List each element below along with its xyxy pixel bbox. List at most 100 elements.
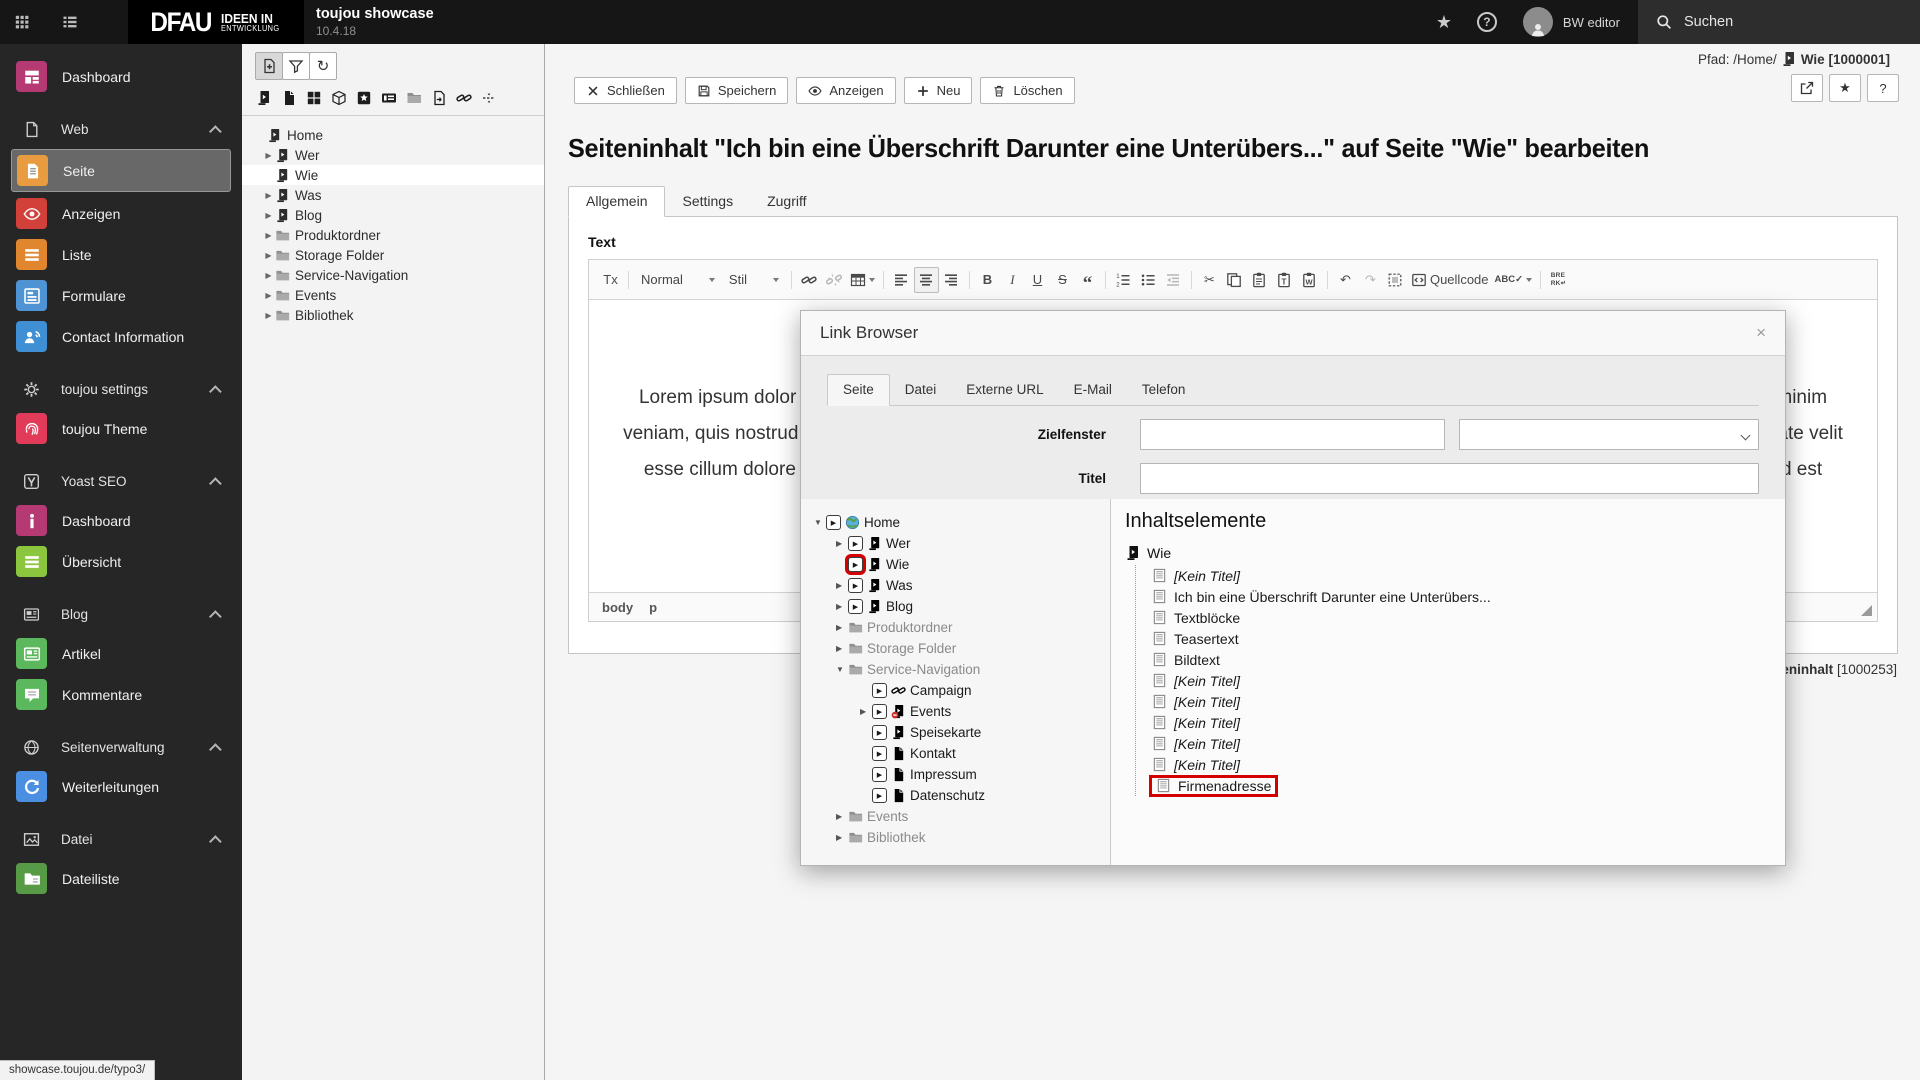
caret-right-icon[interactable]: ▶ [836, 539, 848, 548]
schlie-en-button[interactable]: Schließen [574, 77, 677, 104]
align-right-button[interactable] [939, 267, 964, 293]
sidebar-item-dashboard[interactable]: Dashboard [0, 56, 242, 97]
sidebar-item-contact-information[interactable]: Contact Information [0, 316, 242, 357]
italic-button[interactable]: I [1000, 267, 1025, 293]
folder-icon[interactable] [406, 90, 422, 106]
open-frontend-button[interactable] [1791, 74, 1823, 102]
content-element--kein-titel-[interactable]: [Kein Titel] [1149, 691, 1785, 712]
caret-right-icon[interactable]: ▶ [262, 271, 275, 280]
modal-tree-node-wie[interactable]: ▶ Wie [814, 554, 1110, 575]
module-section-yoast-seo[interactable]: Yoast SEO [0, 462, 242, 500]
content-element--kein-titel-[interactable]: [Kein Titel] [1149, 565, 1785, 586]
pagetree-node-storage-folder[interactable]: ▶ Storage Folder [242, 245, 544, 265]
content-element-teasertext[interactable]: Teasertext [1149, 628, 1785, 649]
target-input[interactable] [1140, 419, 1446, 450]
content-element-textblöcke[interactable]: Textblöcke [1149, 607, 1785, 628]
insert-table-button[interactable] [847, 267, 878, 293]
löschen-button[interactable]: Löschen [980, 77, 1075, 104]
modal-tree-node-campaign[interactable]: ▶ Campaign [814, 680, 1110, 701]
sidebar-item-anzeigen[interactable]: Anzeigen [0, 193, 242, 234]
modal-tree-node-produktordner[interactable]: ▶ Produktordner [814, 617, 1110, 638]
strikethrough-button[interactable]: S [1050, 267, 1075, 293]
expand-content-button[interactable]: ▶ [872, 767, 887, 782]
username[interactable]: BW editor [1563, 15, 1620, 30]
neu-button[interactable]: Neu [903, 77, 973, 104]
pagetree-toggle-button[interactable] [48, 0, 92, 44]
cut-button[interactable]: ✂ [1197, 267, 1222, 293]
sidebar-item-dashboard[interactable]: Dashboard [0, 500, 242, 541]
caret-right-icon[interactable]: ▶ [262, 211, 275, 220]
select-all-button[interactable] [1383, 267, 1408, 293]
paste-button[interactable] [1247, 267, 1272, 293]
caret-right-icon[interactable]: ▶ [262, 151, 275, 160]
tab-zugriff[interactable]: Zugriff [750, 187, 823, 216]
sidebar-item-liste[interactable]: Liste [0, 234, 242, 275]
modal-tree-node-service-navigation[interactable]: ▼ Service-Navigation [814, 659, 1110, 680]
new-page-button[interactable] [255, 52, 283, 80]
modal-tree-node-events[interactable]: ▶ Events [814, 806, 1110, 827]
bold-button[interactable]: B [975, 267, 1000, 293]
pagetree-node-blog[interactable]: ▶ Blog [242, 205, 544, 225]
shortcut-doc-icon[interactable] [431, 90, 447, 106]
content-element--kein-titel-[interactable]: [Kein Titel] [1149, 754, 1785, 775]
pagetree-node-bibliothek[interactable]: ▶ Bibliothek [242, 305, 544, 325]
target-select[interactable] [1459, 419, 1759, 450]
doc-black-icon[interactable] [281, 90, 297, 106]
help-button[interactable]: ? [1476, 12, 1497, 32]
modal-tree-node-events[interactable]: ▶ ▶ Events [814, 701, 1110, 722]
caret-right-icon[interactable]: ▶ [836, 581, 848, 590]
expand-content-button-highlighted[interactable]: ▶ [848, 557, 863, 572]
sidebar-item-dateiliste[interactable]: Dateiliste [0, 858, 242, 899]
grid4-icon[interactable] [306, 90, 322, 106]
blockquote-button[interactable]: “ [1075, 267, 1100, 293]
refresh-tree-button[interactable]: ↻ [309, 52, 337, 80]
caret-right-icon[interactable]: ▶ [836, 623, 848, 632]
caret-right-icon[interactable]: ▶ [836, 833, 848, 842]
caret-right-icon[interactable]: ▶ [262, 231, 275, 240]
expand-content-button[interactable]: ▶ [872, 683, 887, 698]
link-tab-e-mail[interactable]: E-Mail [1059, 375, 1127, 405]
modal-tree-node-speisekarte[interactable]: ▶ Speisekarte [814, 722, 1110, 743]
pagetree-node-events[interactable]: ▶ Events [242, 285, 544, 305]
paragraph-format-select[interactable]: Normal [634, 267, 722, 293]
content-element--kein-titel-[interactable]: [Kein Titel] [1149, 670, 1785, 691]
bookmarks-button[interactable]: ★ [1423, 12, 1465, 33]
modal-tree-node-blog[interactable]: ▶ ▶ Blog [814, 596, 1110, 617]
link-icon[interactable] [456, 90, 472, 106]
remove-format-button[interactable]: Tx [598, 267, 623, 293]
sidebar-item-formulare[interactable]: Formulare [0, 275, 242, 316]
sidebar-item-toujou-theme[interactable]: toujou Theme [0, 408, 242, 449]
expand-content-button[interactable]: ▶ [872, 788, 887, 803]
module-section-blog[interactable]: Blog [0, 595, 242, 633]
align-left-button[interactable] [889, 267, 914, 293]
anzeigen-button[interactable]: Anzeigen [796, 77, 896, 104]
caret-right-icon[interactable]: ▶ [836, 644, 848, 653]
caret-right-icon[interactable]: ▶ [860, 707, 872, 716]
insert-link-button[interactable] [797, 267, 822, 293]
global-search[interactable]: Suchen [1638, 0, 1920, 44]
page-ref[interactable]: Wie [1000001] [1801, 52, 1890, 67]
tab-settings[interactable]: Settings [665, 187, 750, 216]
modal-tree-node-storage-folder[interactable]: ▶ Storage Folder [814, 638, 1110, 659]
close-icon[interactable]: × [1756, 323, 1766, 343]
csh-help-button[interactable]: ? [1867, 74, 1899, 102]
rte-resize-handle[interactable] [1861, 605, 1872, 616]
avatar[interactable] [1522, 7, 1553, 37]
modal-tree-node-wer[interactable]: ▶ ▶ Wer [814, 533, 1110, 554]
copy-button[interactable] [1222, 267, 1247, 293]
filter-button[interactable] [282, 52, 310, 80]
caret-down-icon[interactable]: ▼ [814, 518, 826, 527]
link-tab-datei[interactable]: Datei [890, 375, 952, 405]
remove-link-button[interactable] [822, 267, 847, 293]
cube-icon[interactable] [331, 90, 347, 106]
expand-content-button[interactable]: ▶ [848, 536, 863, 551]
sidebar-item-übersicht[interactable]: Übersicht [0, 541, 242, 582]
align-center-button[interactable] [913, 266, 939, 293]
expand-content-button[interactable]: ▶ [872, 725, 887, 740]
sidebar-item-kommentare[interactable]: Kommentare [0, 674, 242, 715]
modal-tree-node-home[interactable]: ▼ ▶ Home [814, 512, 1110, 533]
module-menu-toggle-button[interactable] [0, 0, 44, 44]
underline-button[interactable]: U [1025, 267, 1050, 293]
show-line-breaks-button[interactable]: BRE RK↵ [1546, 267, 1571, 293]
content-element-ich-bin-eine-überschrift-darunter-eine-unterübers-[interactable]: Ich bin eine Überschrift Darunter eine U… [1149, 586, 1785, 607]
